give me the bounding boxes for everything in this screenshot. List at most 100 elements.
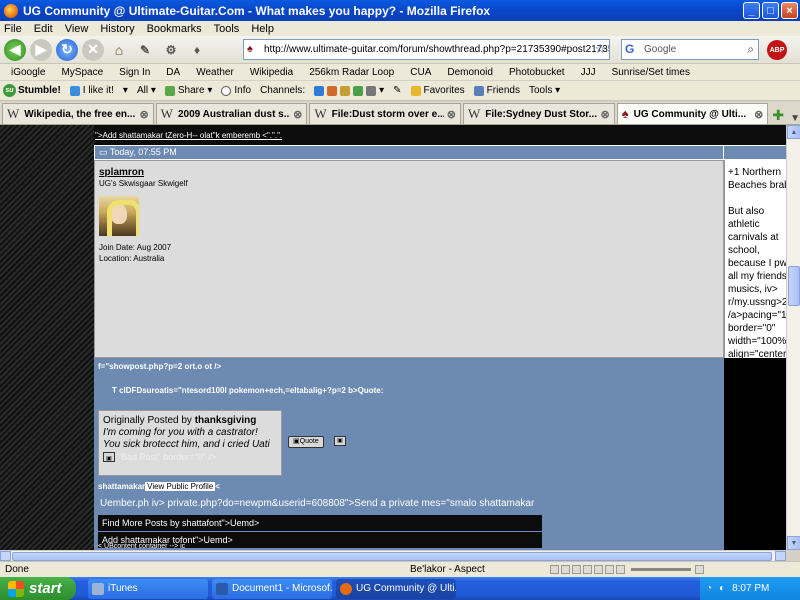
prev-icon[interactable] bbox=[583, 565, 592, 574]
menu-help[interactable]: Help bbox=[251, 23, 274, 35]
menu-history[interactable]: History bbox=[100, 23, 134, 35]
tab-file-sydney[interactable]: W File:Sydney Dust Stor... ⊗ bbox=[463, 103, 615, 124]
tab-wikipedia[interactable]: W Wikipedia, the free en... ⊗ bbox=[2, 103, 154, 124]
bookmark-item[interactable]: CUA bbox=[410, 67, 431, 78]
search-input[interactable]: G Google ⌕ bbox=[621, 39, 759, 60]
volume-tray-icon[interactable]: ◖ bbox=[718, 583, 724, 594]
minimize-button[interactable]: _ bbox=[743, 2, 760, 19]
url-bar[interactable]: ♠ http://www.ultimate-guitar.com/forum/s… bbox=[243, 39, 610, 60]
taskbar-item-firefox[interactable]: UG Community @ Ulti... bbox=[336, 578, 456, 599]
tab-list-icon[interactable]: ▼ bbox=[790, 113, 800, 124]
pause-icon[interactable] bbox=[561, 565, 570, 574]
all-dropdown[interactable]: All ▾ bbox=[137, 85, 156, 96]
bookmark-item[interactable]: Sunrise/Set times bbox=[612, 67, 690, 78]
adblock-icon[interactable]: ABP bbox=[767, 40, 787, 60]
repeat-icon[interactable] bbox=[616, 565, 625, 574]
scroll-up-icon[interactable]: ▲ bbox=[787, 125, 800, 139]
taskbar-item-word[interactable]: Document1 - Microsof... bbox=[212, 578, 332, 599]
bookmark-item[interactable]: Demonoid bbox=[447, 67, 493, 78]
tab-ug-community[interactable]: ♠ UG Community @ Ulti... ⊗ bbox=[616, 103, 769, 124]
menu-file[interactable]: File bbox=[4, 23, 22, 35]
start-button[interactable]: start bbox=[0, 577, 76, 600]
tab-dust-storm[interactable]: W 2009 Australian dust s... ⊗ bbox=[155, 103, 308, 124]
volume-slider[interactable] bbox=[631, 568, 691, 571]
scroll-thumb[interactable] bbox=[12, 552, 772, 561]
menu-bookmarks[interactable]: Bookmarks bbox=[147, 23, 202, 35]
google-icon[interactable]: G bbox=[625, 42, 634, 56]
close-tab-icon[interactable]: ⊗ bbox=[139, 108, 148, 121]
channel-icon[interactable] bbox=[340, 85, 351, 96]
tab-strip: W Wikipedia, the free en... ⊗ W 2009 Austra… bbox=[0, 102, 800, 125]
bookmark-item[interactable]: iGoogle bbox=[11, 67, 45, 78]
horizontal-scrollbar[interactable] bbox=[0, 550, 786, 561]
dislike-button[interactable]: ▾ bbox=[123, 85, 128, 96]
quote-button[interactable]: ▣Quote bbox=[288, 436, 324, 448]
play-icon[interactable] bbox=[550, 565, 559, 574]
bookmark-item[interactable]: Sign In bbox=[119, 67, 150, 78]
stop-media-icon[interactable] bbox=[572, 565, 581, 574]
quote-line: I'm coming for you with a castrator! bbox=[103, 427, 258, 438]
close-button[interactable]: × bbox=[781, 2, 798, 19]
info-button[interactable]: Info bbox=[221, 85, 251, 96]
stop-icon[interactable]: ✕ bbox=[82, 38, 104, 61]
join-date: Join Date: Aug 2007 bbox=[99, 243, 172, 252]
page-content: ">Add shattamakar tZero-H-- olat"k ember… bbox=[0, 125, 786, 550]
scroll-down-icon[interactable]: ▼ bbox=[787, 536, 800, 550]
star-icon[interactable]: ☆ bbox=[594, 41, 606, 57]
maximize-button[interactable]: □ bbox=[762, 2, 779, 19]
report-post-icon[interactable]: ▣ bbox=[103, 452, 115, 463]
scroll-thumb[interactable] bbox=[788, 266, 800, 306]
pencil-icon[interactable]: ✎ bbox=[134, 39, 156, 61]
scroll-left-icon[interactable] bbox=[0, 551, 11, 561]
profile-username[interactable]: shattamakar bbox=[98, 482, 145, 491]
vertical-scrollbar[interactable]: ▲ ▼ bbox=[786, 125, 800, 550]
search-icon[interactable]: ⌕ bbox=[747, 42, 754, 57]
menu-view[interactable]: View bbox=[65, 23, 89, 35]
friends-button[interactable]: Friends bbox=[473, 85, 520, 96]
shuffle-icon[interactable] bbox=[605, 565, 614, 574]
bookmark-item[interactable]: DA bbox=[166, 67, 180, 78]
menu-edit[interactable]: Edit bbox=[34, 23, 53, 35]
stumble-button[interactable]: su Stumble! bbox=[3, 84, 61, 97]
network-icon[interactable]: ◔ bbox=[706, 583, 712, 594]
close-tab-icon[interactable]: ⊗ bbox=[447, 108, 456, 121]
like-button[interactable]: I like it! bbox=[69, 85, 114, 96]
channel-icon[interactable] bbox=[327, 85, 338, 96]
new-tab-icon[interactable]: ✚ bbox=[772, 107, 784, 124]
tag-icon[interactable]: ✎ bbox=[393, 85, 401, 96]
home-icon[interactable]: ⌂ bbox=[108, 39, 130, 61]
channel-icons[interactable]: ▾ bbox=[314, 85, 384, 96]
bookmark-item[interactable]: 256km Radar Loop bbox=[309, 67, 394, 78]
view-profile-link[interactable]: View Public Profile bbox=[145, 482, 216, 491]
forward-arrow-icon[interactable]: ▶ bbox=[30, 38, 52, 61]
menu-tools[interactable]: Tools bbox=[214, 23, 240, 35]
bookmark-item[interactable]: Wikipedia bbox=[250, 67, 293, 78]
addon-icon[interactable]: ⚙ bbox=[160, 39, 182, 61]
favorites-button[interactable]: Favorites bbox=[410, 85, 465, 96]
bookmark-item[interactable]: Weather bbox=[196, 67, 234, 78]
add-buddy-link[interactable]: ">Add shattamakar tZero-H-- olat"k ember… bbox=[95, 131, 282, 140]
back-arrow-icon[interactable]: ◀ bbox=[4, 38, 26, 61]
multi-quote-icon[interactable]: ▣ bbox=[334, 436, 346, 446]
reload-icon[interactable]: ↻ bbox=[56, 38, 78, 61]
channel-icon[interactable] bbox=[366, 85, 377, 96]
private-message-link[interactable]: Uember.ph iv> private.php?do=newpm&useri… bbox=[100, 498, 534, 509]
channel-icon[interactable] bbox=[314, 85, 325, 96]
close-tab-icon[interactable]: ⊗ bbox=[600, 108, 609, 121]
username-link[interactable]: splamron bbox=[99, 167, 719, 178]
find-posts-link[interactable]: Find More Posts by shattafont">Uemd> bbox=[98, 515, 542, 531]
bookmark-item[interactable]: JJJ bbox=[581, 67, 596, 78]
bookmark-item[interactable]: MySpace bbox=[61, 67, 103, 78]
taskbar-item-itunes[interactable]: iTunes bbox=[88, 578, 208, 599]
scroll-right-icon[interactable] bbox=[775, 551, 786, 561]
close-tab-icon[interactable]: ⊗ bbox=[754, 108, 763, 121]
bookmark-item[interactable]: Photobucket bbox=[509, 67, 565, 78]
close-tab-icon[interactable]: ⊗ bbox=[293, 108, 302, 121]
share-button[interactable]: Share ▾ bbox=[164, 85, 212, 96]
tab-file-dust-storm[interactable]: W File:Dust storm over e... ⊗ bbox=[309, 103, 462, 124]
next-icon[interactable] bbox=[594, 565, 603, 574]
tools-button[interactable]: Tools ▾ bbox=[529, 85, 560, 96]
channel-icon[interactable] bbox=[353, 85, 364, 96]
volume-icon[interactable] bbox=[695, 565, 704, 574]
bookmark-add-icon[interactable]: ♦ bbox=[186, 39, 208, 61]
